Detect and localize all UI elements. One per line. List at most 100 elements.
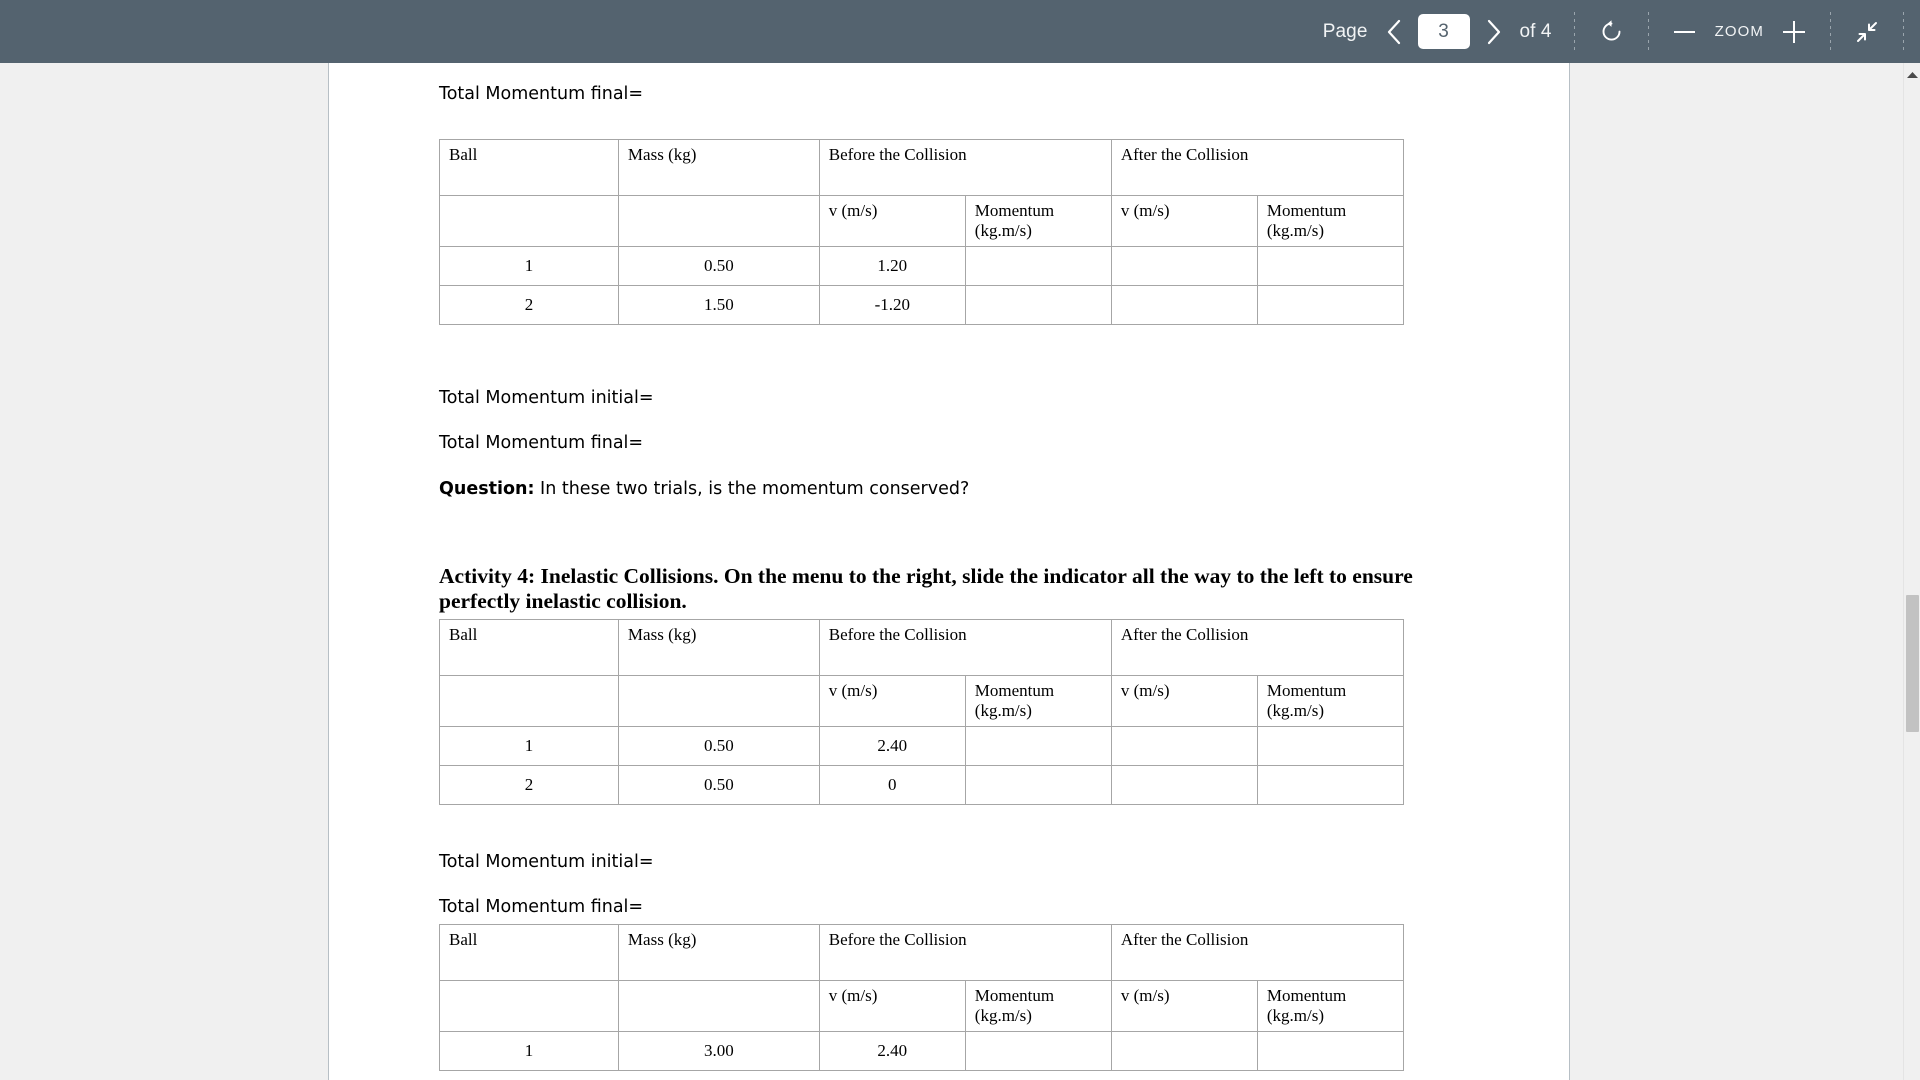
cell-momentum-before xyxy=(964,725,1112,766)
subheader-blank-ball xyxy=(439,194,619,247)
toolbar-divider-4 xyxy=(1903,11,1904,52)
cell-ball: 1 xyxy=(439,725,619,766)
header-before-collision: Before the Collision xyxy=(818,923,1112,981)
subheader-momentum-after: Momentum (kg.m/s) xyxy=(1256,674,1405,727)
cell-v-after xyxy=(1110,245,1258,286)
header-mass: Mass (kg) xyxy=(617,138,820,196)
header-after-collision: After the Collision xyxy=(1110,138,1405,196)
cell-mass: 0.50 xyxy=(617,764,820,805)
table-row: v (m/s) Momentum (kg.m/s) v (m/s) Moment… xyxy=(439,674,1405,727)
header-ball: Ball xyxy=(439,618,619,676)
toolbar-divider-2 xyxy=(1647,11,1649,52)
cell-v-before: 2.40 xyxy=(818,1030,966,1071)
cell-ball: 1 xyxy=(439,245,619,286)
total-momentum-final-line-3: Total Momentum final= xyxy=(439,897,644,918)
subheader-momentum-before: Momentum (kg.m/s) xyxy=(964,194,1112,247)
chevron-right-icon xyxy=(1487,19,1500,44)
cell-momentum-before xyxy=(964,764,1112,805)
scroll-up-button[interactable] xyxy=(1904,67,1920,83)
cell-momentum-after xyxy=(1256,245,1405,286)
page-navigation-group: Page 3 of 4 xyxy=(1317,0,1558,63)
subheader-v-after: v (m/s) xyxy=(1110,194,1258,247)
cell-v-before: 2.40 xyxy=(818,725,966,766)
cell-momentum-before xyxy=(964,284,1112,325)
rotate-button[interactable] xyxy=(1591,9,1632,55)
minus-icon xyxy=(1674,30,1696,33)
zoom-label: ZOOM xyxy=(1714,23,1764,40)
cell-momentum-after xyxy=(1256,725,1405,766)
table-row: Ball Mass (kg) Before the Collision Afte… xyxy=(439,618,1405,676)
subheader-blank-ball xyxy=(439,674,619,727)
vertical-scrollbar[interactable] xyxy=(1903,63,1920,1080)
cell-momentum-before xyxy=(964,1030,1112,1071)
zoom-in-button[interactable] xyxy=(1774,9,1814,55)
cell-mass: 0.50 xyxy=(617,245,820,286)
header-after-collision: After the Collision xyxy=(1110,618,1405,676)
subheader-momentum-before: Momentum (kg.m/s) xyxy=(964,674,1112,727)
subheader-blank-mass xyxy=(617,674,820,727)
total-pages-label: of 4 xyxy=(1519,20,1552,42)
cell-v-after xyxy=(1110,1030,1258,1071)
subheader-v-before: v (m/s) xyxy=(818,979,966,1032)
rotate-icon xyxy=(1602,20,1621,41)
cell-momentum-after xyxy=(1256,764,1405,805)
header-ball: Ball xyxy=(439,923,619,981)
table-row: 1 0.50 2.40 xyxy=(439,725,1405,766)
cell-v-before: 1.20 xyxy=(818,245,966,286)
cell-v-after xyxy=(1110,725,1258,766)
collision-table-2: Ball Mass (kg) Before the Collision Afte… xyxy=(439,618,1405,805)
cell-mass: 3.00 xyxy=(617,1030,820,1071)
cell-v-after xyxy=(1110,764,1258,805)
toolbar-divider-1 xyxy=(1573,11,1575,52)
next-page-button[interactable] xyxy=(1474,9,1514,55)
subheader-momentum-after: Momentum (kg.m/s) xyxy=(1256,194,1405,247)
document-viewer: Total Momentum final= Ball Mass (kg) Bef… xyxy=(0,63,1920,1080)
header-after-collision: After the Collision xyxy=(1110,923,1405,981)
subheader-blank-mass xyxy=(617,979,820,1032)
header-before-collision: Before the Collision xyxy=(818,138,1112,196)
cell-v-before: -1.20 xyxy=(818,284,966,325)
scroll-up-arrow-icon xyxy=(1907,72,1918,78)
table-row: 2 0.50 0 xyxy=(439,764,1405,805)
header-mass: Mass (kg) xyxy=(617,618,820,676)
activity-4-heading: Activity 4: Inelastic Collisions. On the… xyxy=(439,563,1413,614)
page-number-input[interactable]: 3 xyxy=(1417,14,1470,49)
chevron-left-icon xyxy=(1387,19,1400,44)
question-label: Question: xyxy=(439,478,535,499)
table-row: v (m/s) Momentum (kg.m/s) v (m/s) Moment… xyxy=(439,979,1405,1032)
header-mass: Mass (kg) xyxy=(617,923,820,981)
document-page: Total Momentum final= Ball Mass (kg) Bef… xyxy=(328,63,1570,1080)
collapse-toolbar-button[interactable] xyxy=(1847,9,1887,55)
subheader-momentum-before: Momentum (kg.m/s) xyxy=(964,979,1112,1032)
collision-table-3: Ball Mass (kg) Before the Collision Afte… xyxy=(439,923,1405,1071)
total-momentum-initial-line-3: Total Momentum initial= xyxy=(439,851,654,872)
table-row: 2 1.50 -1.20 xyxy=(439,284,1405,325)
table-row: v (m/s) Momentum (kg.m/s) v (m/s) Moment… xyxy=(439,194,1405,247)
subheader-v-before: v (m/s) xyxy=(818,674,966,727)
cell-ball: 2 xyxy=(439,764,619,805)
question-text: In these two trials, is the momentum con… xyxy=(534,478,970,499)
cell-momentum-before xyxy=(964,245,1112,286)
zoom-controls-group: ZOOM xyxy=(1665,0,1814,63)
subheader-blank-mass xyxy=(617,194,820,247)
cell-ball: 1 xyxy=(439,1030,619,1071)
table-row: 1 0.50 1.20 xyxy=(439,245,1405,286)
zoom-out-button[interactable] xyxy=(1665,9,1705,55)
header-before-collision: Before the Collision xyxy=(818,618,1112,676)
cell-momentum-after xyxy=(1256,1030,1405,1071)
collapse-arrows-icon xyxy=(1857,21,1877,42)
previous-page-button[interactable] xyxy=(1374,9,1414,55)
pdf-viewer-toolbar: Page 3 of 4 ZOOM xyxy=(0,0,1920,63)
total-momentum-final-line-1: Total Momentum final= xyxy=(439,84,644,104)
table-row: 1 3.00 2.40 xyxy=(439,1030,1405,1071)
header-ball: Ball xyxy=(439,138,619,196)
page-number-value: 3 xyxy=(1438,20,1449,42)
scroll-thumb[interactable] xyxy=(1906,595,1919,732)
subheader-v-after: v (m/s) xyxy=(1110,674,1258,727)
cell-ball: 2 xyxy=(439,284,619,325)
plus-icon xyxy=(1783,20,1805,43)
subheader-momentum-after: Momentum (kg.m/s) xyxy=(1256,979,1405,1032)
subheader-v-after: v (m/s) xyxy=(1110,979,1258,1032)
cell-v-after xyxy=(1110,284,1258,325)
subheader-v-before: v (m/s) xyxy=(818,194,966,247)
